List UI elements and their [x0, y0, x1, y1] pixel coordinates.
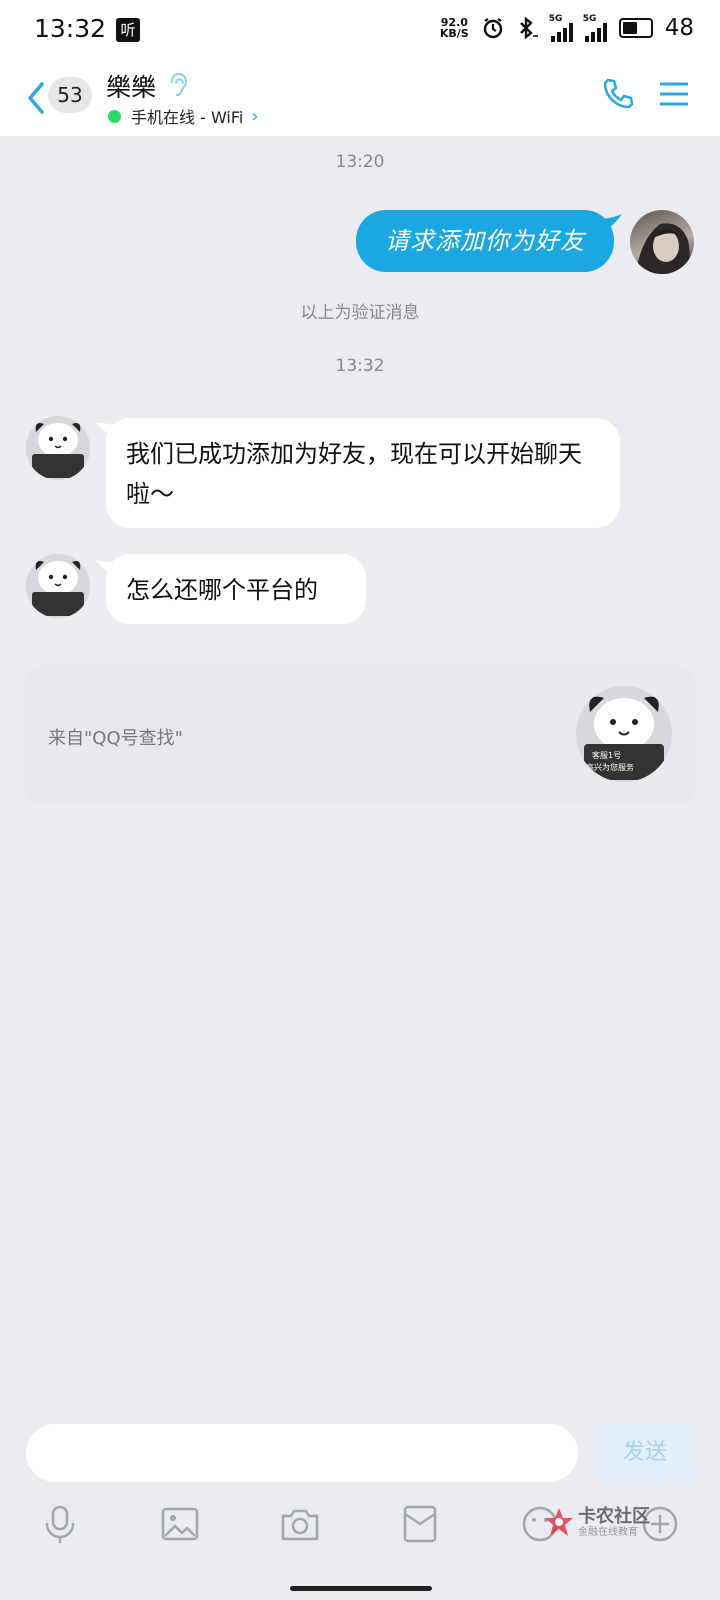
- outgoing-message-bubble[interactable]: 请求添加你为好友: [356, 210, 614, 272]
- contact-name[interactable]: 樂樂: [106, 68, 156, 104]
- incoming-message-bubble[interactable]: 我们已成功添加为好友，现在可以开始聊天啦～: [106, 418, 620, 528]
- contact-avatar[interactable]: [26, 554, 90, 618]
- unread-count-badge[interactable]: 53: [48, 77, 92, 113]
- status-right: 92.0 KB/S 5G 5G 48: [440, 14, 694, 42]
- avatar-text-line2: 高兴为您服务: [586, 762, 634, 772]
- signal-1-label: 5G: [548, 14, 563, 24]
- contact-avatar[interactable]: [26, 416, 90, 480]
- source-avatar[interactable]: 客服1号 高兴为您服务: [576, 686, 672, 782]
- avatar-text-line1: 客服1号: [592, 750, 621, 760]
- alarm-icon: [483, 18, 502, 39]
- my-avatar[interactable]: [630, 210, 694, 274]
- microphone-icon[interactable]: [40, 1504, 80, 1544]
- phone-call-icon[interactable]: [600, 76, 636, 112]
- send-button[interactable]: 发送: [596, 1424, 694, 1482]
- bluetooth-icon: [519, 16, 538, 40]
- source-card[interactable]: 来自"QQ号查找" 客服1号 高兴为您服务: [24, 664, 696, 806]
- online-status-dot: [108, 109, 121, 123]
- signal-2-label: 5G: [582, 14, 597, 24]
- timestamp: 13:20: [335, 152, 385, 172]
- cell-signal-2-icon: 5G: [582, 14, 607, 42]
- chat-header: 53 樂樂 手机在线 - WiFi ›: [0, 62, 720, 136]
- watermark-logo-icon: [545, 1508, 573, 1536]
- menu-icon[interactable]: [660, 80, 688, 108]
- back-icon[interactable]: [22, 78, 50, 118]
- verification-note: 以上为验证消息: [300, 303, 420, 323]
- portrait-image: [636, 223, 690, 274]
- battery-level: 48: [664, 15, 694, 41]
- mascot-icon: [26, 416, 90, 480]
- source-text: 来自"QQ号查找": [48, 728, 183, 749]
- network-speed-unit: KB/S: [439, 27, 469, 40]
- presence-status[interactable]: 手机在线 - WiFi ›: [108, 104, 259, 128]
- watermark-text: 卡农社区: [578, 1506, 650, 1527]
- presence-text: 手机在线 - WiFi: [131, 108, 244, 127]
- message-input[interactable]: [26, 1424, 578, 1482]
- timestamp: 13:32: [335, 356, 385, 376]
- image-icon[interactable]: [160, 1504, 200, 1544]
- incoming-message-bubble[interactable]: 怎么还哪个平台的: [106, 554, 366, 624]
- watermark: 卡农社区 金融在线教育: [544, 1506, 650, 1540]
- camera-icon[interactable]: [280, 1504, 320, 1544]
- network-speed: 92.0 KB/S: [440, 17, 469, 39]
- battery-icon: [618, 18, 653, 38]
- ear-icon[interactable]: [168, 72, 188, 100]
- home-indicator[interactable]: [290, 1586, 432, 1591]
- status-time: 13:32: [34, 14, 107, 43]
- mascot-icon: 客服1号 高兴为您服务: [576, 686, 672, 782]
- app-notification-icon: 听: [116, 18, 140, 42]
- mascot-icon: [26, 554, 90, 618]
- watermark-subtext: 金融在线教育: [578, 1527, 638, 1538]
- chevron-right-icon: ›: [251, 105, 259, 127]
- red-packet-icon[interactable]: [400, 1504, 440, 1544]
- cell-signal-1-icon: 5G: [548, 14, 573, 42]
- status-bar: 13:32 听 92.0 KB/S 5G 5G 48: [0, 0, 720, 62]
